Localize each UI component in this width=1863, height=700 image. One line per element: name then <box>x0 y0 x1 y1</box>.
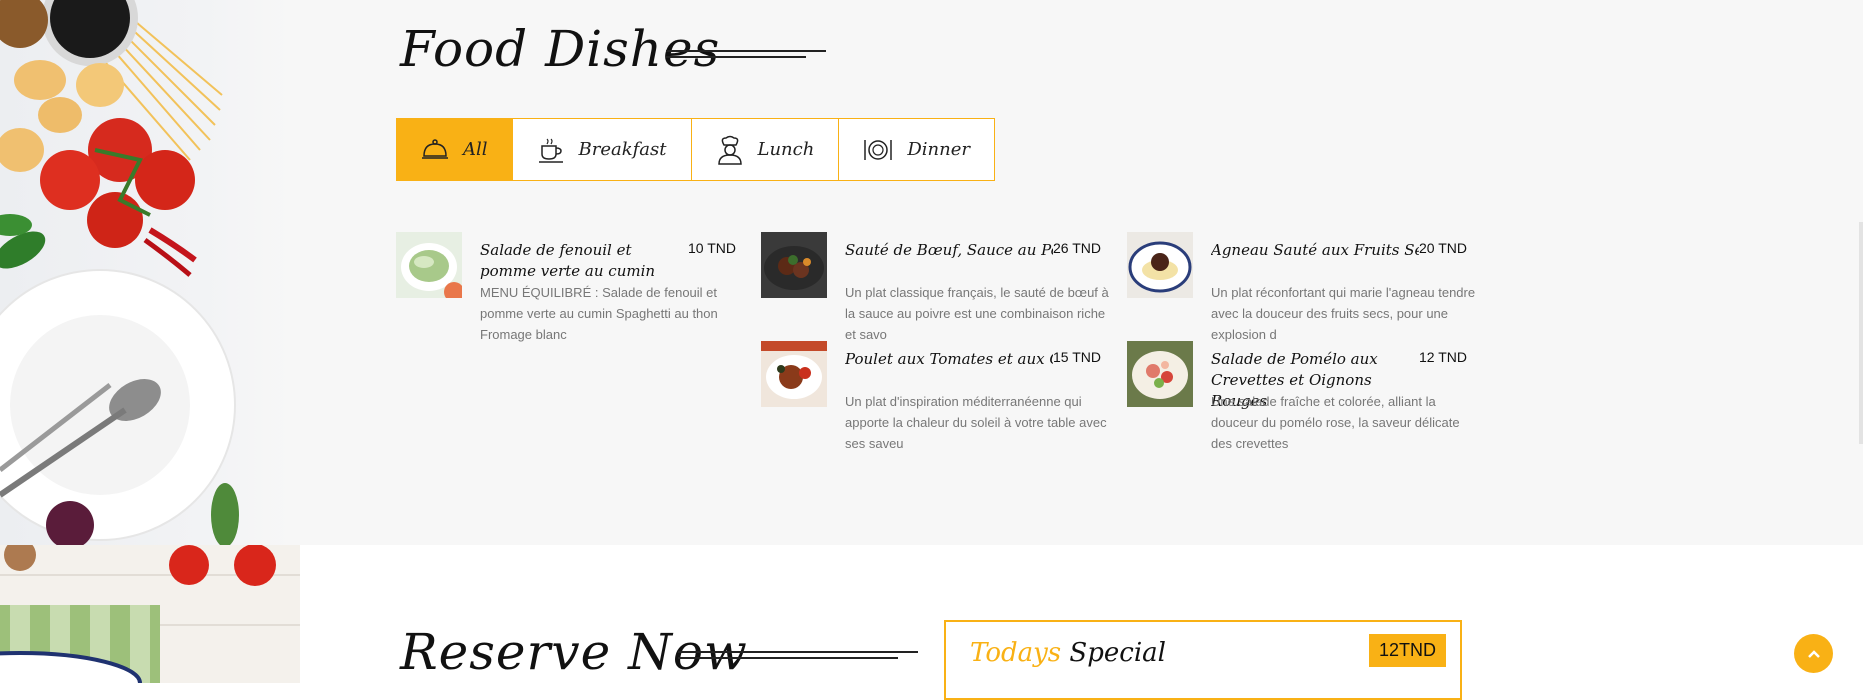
dish-name: Poulet aux Tomates et aux Olives <box>845 350 1053 368</box>
dish-description: Une salade fraîche et colorée, alliant l… <box>1211 394 1460 451</box>
dish-price: 15 TND <box>1053 349 1101 365</box>
dish-description: Un plat réconfortant qui marie l'agneau … <box>1211 285 1476 342</box>
dish-photo <box>1127 232 1193 298</box>
title-decoration <box>678 651 918 663</box>
tab-label: All <box>463 139 488 160</box>
tab-lunch[interactable]: Lunch <box>692 119 840 180</box>
food-ingredients-image <box>0 0 290 545</box>
dish-photo <box>396 232 462 298</box>
table-setting-image <box>0 545 300 683</box>
title-decoration <box>666 50 826 62</box>
dish-description: Un plat d'inspiration méditerranéenne qu… <box>845 394 1107 451</box>
dish-description: MENU ÉQUILIBRÉ : Salade de fenouil et po… <box>480 285 718 342</box>
dish-description: Un plat classique français, le sauté de … <box>845 285 1109 342</box>
special-title: Todays Special <box>970 638 1166 668</box>
dish-photo <box>761 341 827 407</box>
tab-label: Dinner <box>907 139 970 160</box>
tab-label: Lunch <box>757 139 815 160</box>
chevron-up-icon <box>1807 649 1820 658</box>
dish-photo <box>1127 341 1193 407</box>
chef-icon <box>717 135 742 165</box>
special-price-badge: 12TND <box>1368 634 1446 667</box>
tab-breakfast[interactable]: Breakfast <box>513 119 692 180</box>
tab-label: Breakfast <box>578 139 667 160</box>
scroll-to-top-button[interactable] <box>1794 634 1833 673</box>
tab-all[interactable]: All <box>397 119 513 180</box>
dish-price: 26 TND <box>1053 240 1101 256</box>
scrollbar-thumb[interactable] <box>1859 222 1863 444</box>
dish-price: 10 TND <box>688 240 736 256</box>
special-highlight: Todays <box>970 638 1062 668</box>
dish-price: 12 TND <box>1419 349 1467 365</box>
food-dishes-section: Food Dishes All Breakfast Lunch Dinner S… <box>0 0 1863 545</box>
coffee-cup-icon <box>538 138 563 163</box>
dish-name: Sauté de Bœuf, Sauce au Poivre <box>845 241 1053 259</box>
tab-dinner[interactable]: Dinner <box>839 119 994 180</box>
dish-name: Salade de fenouil et pomme verte au cumi… <box>480 241 656 280</box>
cloche-icon <box>422 138 448 159</box>
special-label: Special <box>1069 638 1166 668</box>
dish-item[interactable]: Poulet aux Tomates et aux Olives 15 TND … <box>761 341 1121 451</box>
menu-filter-tabs: All Breakfast Lunch Dinner <box>396 118 995 181</box>
dish-photo <box>761 232 827 298</box>
todays-special-card: Todays Special 12TND <box>944 620 1462 700</box>
dish-item[interactable]: Salade de fenouil et pomme verte au cumi… <box>396 232 756 342</box>
dish-item[interactable]: Salade de Pomélo aux Crevettes et Oignon… <box>1127 341 1487 451</box>
reserve-section: Reserve Now Todays Special 12TND <box>0 545 1863 700</box>
dish-price: 20 TND <box>1419 240 1467 256</box>
dish-item[interactable]: Sauté de Bœuf, Sauce au Poivre 26 TND Un… <box>761 232 1121 342</box>
plate-cutlery-icon <box>864 139 893 160</box>
section-title-food-dishes: Food Dishes <box>400 20 721 78</box>
dish-item[interactable]: Agneau Sauté aux Fruits Secs 20 TND Un p… <box>1127 232 1487 342</box>
dish-name: Agneau Sauté aux Fruits Secs <box>1211 241 1419 259</box>
